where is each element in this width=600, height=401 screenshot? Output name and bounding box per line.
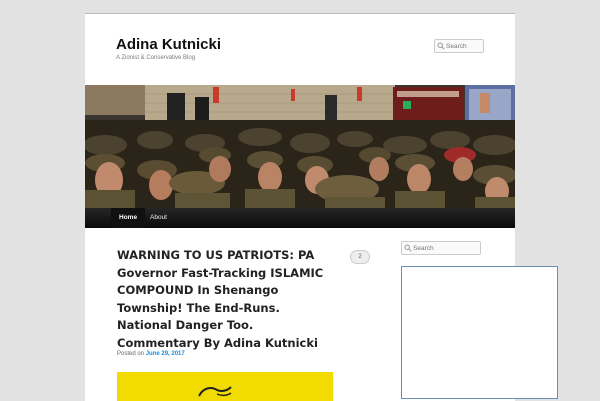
sidebar-search-box[interactable]	[401, 241, 481, 255]
header-search-box[interactable]	[434, 39, 484, 53]
search-input[interactable]	[446, 40, 480, 52]
post-title[interactable]: WARNING TO US PATRIOTS: PA Governor Fast…	[117, 247, 327, 352]
header-banner-image	[85, 85, 515, 208]
snake-flag-icon	[198, 386, 232, 397]
search-icon	[437, 42, 445, 50]
post-featured-image	[117, 372, 333, 401]
nav-item-about[interactable]: About	[142, 208, 175, 228]
nav-item-home[interactable]: Home	[111, 208, 146, 228]
soldiers-photo	[85, 85, 515, 208]
search-icon	[404, 244, 412, 252]
sidebar-search-input[interactable]	[413, 242, 473, 254]
post-date-link[interactable]: June 29, 2017	[146, 351, 185, 357]
posted-on-label: Posted on	[117, 351, 145, 357]
main-navigation: Home About	[85, 208, 515, 228]
site-description: A Zionist & Conservative Blog	[116, 55, 196, 61]
comments-count-bubble[interactable]: 2	[350, 250, 370, 264]
post-meta: Posted on June 29, 2017	[117, 351, 185, 357]
page-container: Adina Kutnicki A Zionist & Conservative …	[85, 13, 558, 401]
site-title[interactable]: Adina Kutnicki	[116, 36, 221, 53]
sidebar-widget-frame	[401, 266, 558, 399]
